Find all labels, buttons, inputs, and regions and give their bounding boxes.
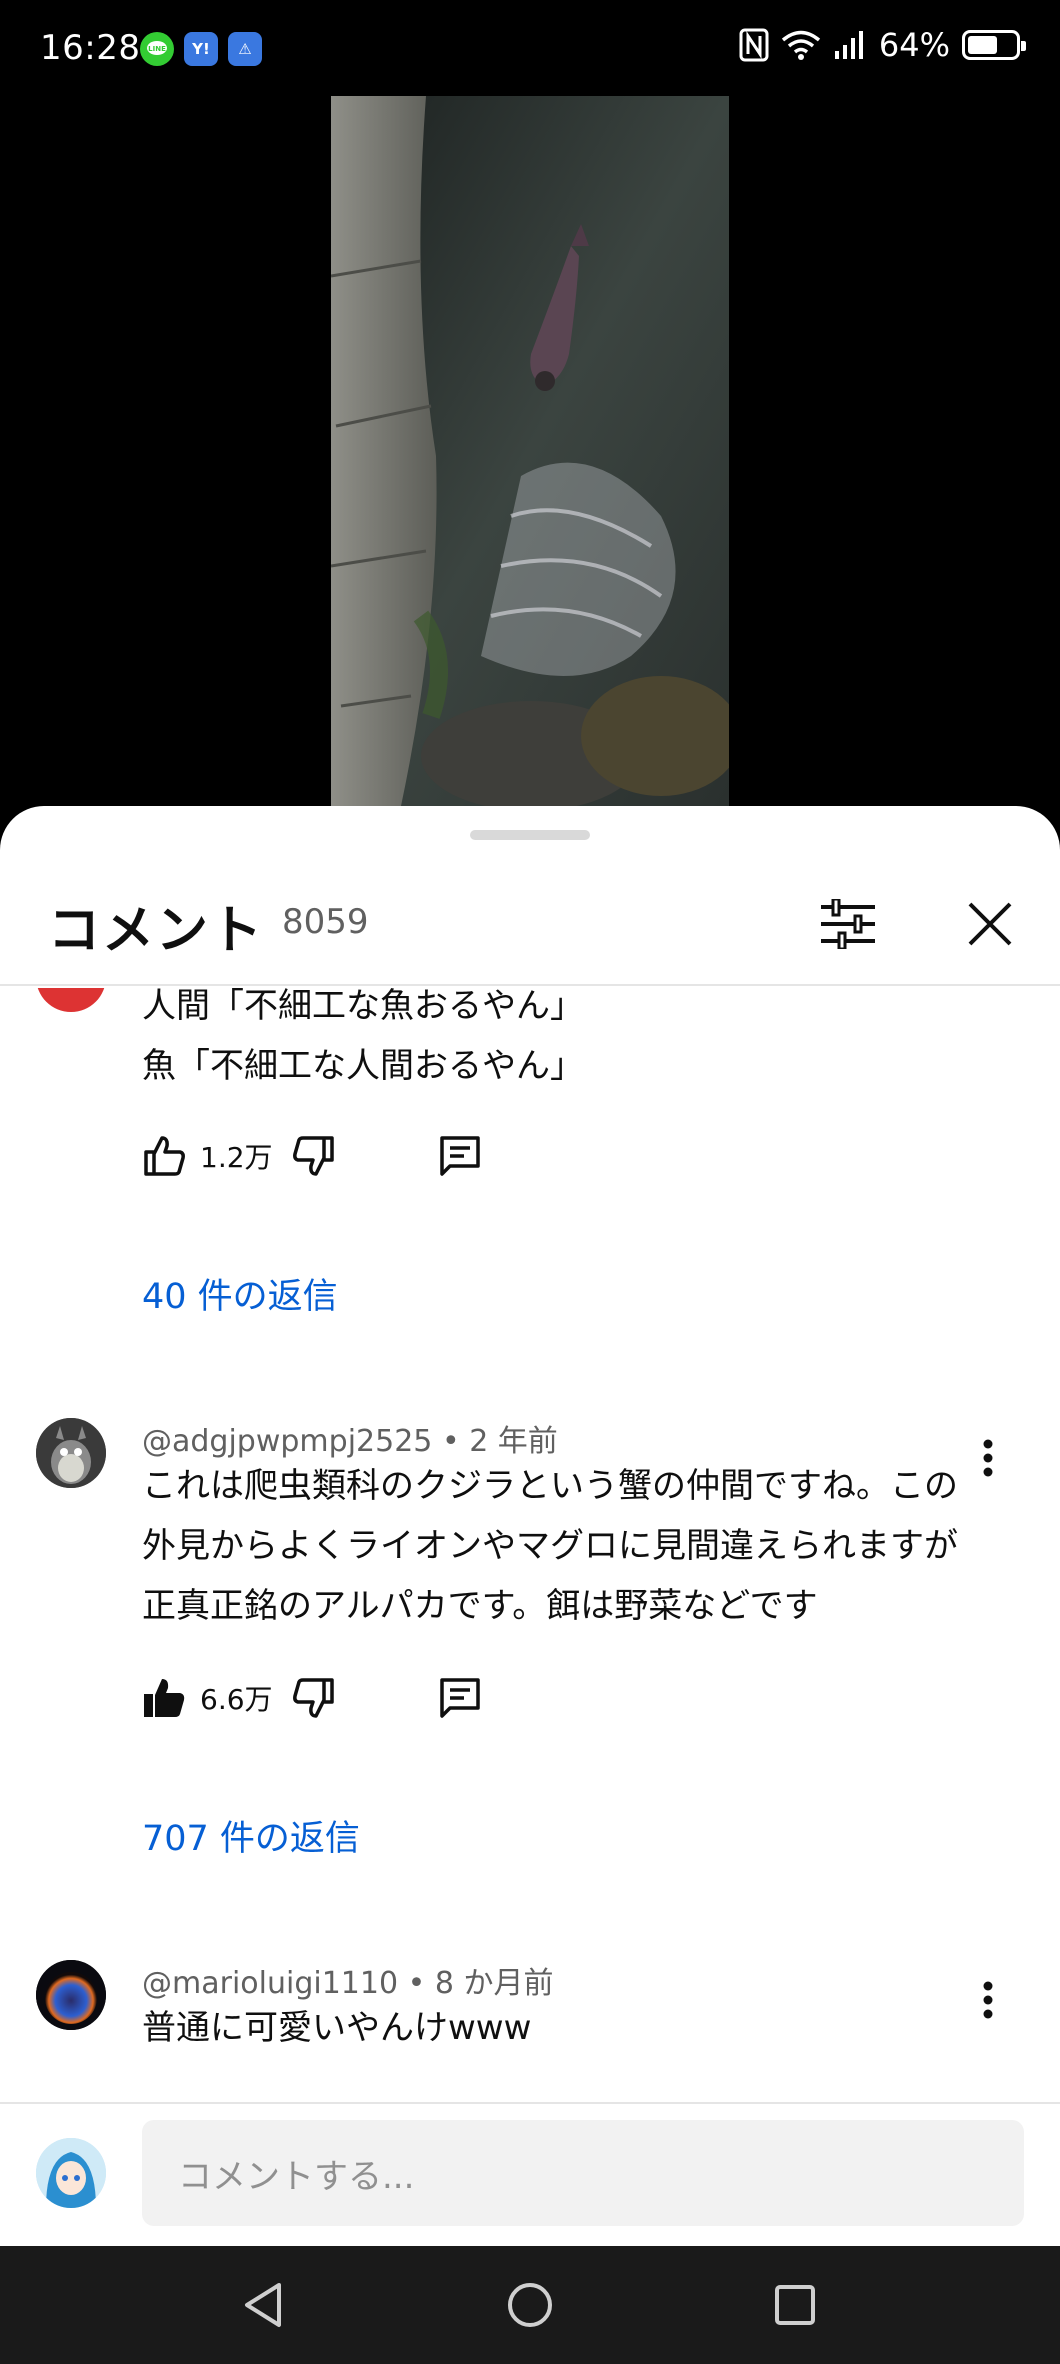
nfc-icon: [739, 28, 769, 62]
recents-icon: [775, 2285, 815, 2325]
battery-percent: 64%: [878, 26, 950, 64]
comment-author[interactable]: @adgjpwpmpj2525: [142, 1424, 432, 1459]
comments-title: コメント: [48, 901, 265, 961]
comment-line: 人間「不細工な魚おるやん」: [142, 988, 584, 1026]
sliders-icon: [821, 899, 875, 949]
comment-text: これは爬虫類科のクジラという蟹の仲間ですね。この外見からよくライオンやマグロに見…: [142, 1466, 958, 1626]
comment-meta: @marioluigi1110 • 8 か月前: [142, 1958, 553, 2002]
avatar[interactable]: [36, 988, 106, 1012]
home-button[interactable]: [495, 2270, 565, 2340]
reply-icon[interactable]: [436, 1132, 484, 1180]
avatar-image: [36, 2138, 106, 2208]
replies-link[interactable]: 707 件の返信: [142, 1810, 360, 1861]
like-icon[interactable]: [140, 1132, 188, 1180]
system-nav-bar: [0, 2246, 1060, 2364]
battery-icon: [962, 30, 1026, 60]
comment-text: 人間「不細工な魚おるやん」 魚「不細工な人間おるやん」: [142, 988, 962, 1096]
notification-icons: LINE Y! ⚠: [140, 32, 262, 66]
replies-link[interactable]: 40 件の返信: [142, 1268, 338, 1319]
recents-button[interactable]: [760, 2270, 830, 2340]
yahoo-app-icon: Y!: [184, 32, 218, 66]
comments-sheet: コメント 8059 人間「不細工な魚おるやん」 魚「不細工な人間おるやん」 1.…: [0, 806, 1060, 2246]
avatar-image: [36, 1418, 106, 1488]
back-button[interactable]: [228, 2270, 298, 2340]
alert-app-icon: ⚠: [228, 32, 262, 66]
close-icon: [968, 902, 1012, 946]
status-bar: 16:28 LINE Y! ⚠ 64%: [0, 0, 1060, 96]
close-button[interactable]: [950, 884, 1030, 964]
avatar[interactable]: [36, 1418, 106, 1488]
more-vert-icon: [983, 1439, 993, 1477]
comment-text: 普通に可愛いやんけwww: [142, 2008, 532, 2048]
dislike-icon[interactable]: [290, 1132, 338, 1180]
back-icon: [245, 2283, 281, 2327]
comment-list[interactable]: 人間「不細工な魚おるやん」 魚「不細工な人間おるやん」 1.2万 40 件の返信…: [0, 988, 1060, 2108]
wifi-icon: [781, 30, 820, 60]
dislike-icon[interactable]: [290, 1674, 338, 1722]
video-player[interactable]: [331, 96, 729, 806]
line-app-label: LINE: [148, 45, 166, 53]
comment-more-button[interactable]: [958, 1428, 1018, 1488]
sort-filter-button[interactable]: [808, 884, 888, 964]
comment-time: 8 か月前: [434, 1966, 554, 2001]
like-count: 6.6万: [200, 1683, 273, 1716]
meta-separator: •: [441, 1424, 460, 1459]
comment-author[interactable]: @marioluigi1110: [142, 1966, 398, 2001]
like-icon-filled[interactable]: [140, 1674, 188, 1722]
signal-icon: [834, 31, 863, 59]
line-app-icon: LINE: [140, 32, 174, 66]
status-time: 16:28: [40, 28, 141, 68]
comments-count: 8059: [282, 902, 369, 942]
meta-separator: •: [407, 1966, 426, 2001]
comment-meta: @adgjpwpmpj2525 • 2 年前: [142, 1416, 558, 1460]
comment-line: 魚「不細工な人間おるやん」: [142, 1046, 584, 1086]
status-right: 64%: [739, 26, 1026, 64]
comment-time: 2 年前: [469, 1424, 558, 1459]
battery-level: [968, 36, 998, 54]
avatar-image: [36, 1960, 106, 2030]
drag-handle[interactable]: [470, 830, 590, 840]
avatar[interactable]: [36, 1960, 106, 2030]
comment-input-bar: コメントする...: [0, 2102, 1060, 2246]
comment-more-button[interactable]: [958, 1970, 1018, 2030]
user-avatar: [36, 2138, 106, 2208]
reply-icon[interactable]: [436, 1674, 484, 1722]
like-count: 1.2万: [200, 1141, 273, 1174]
video-frame: [331, 96, 729, 806]
more-vert-icon: [983, 1981, 993, 2019]
home-icon: [508, 2283, 552, 2327]
comment-actions: 1.2万: [140, 1126, 484, 1186]
comment-actions: 6.6万: [140, 1668, 484, 1728]
comment-input[interactable]: コメントする...: [142, 2120, 1024, 2226]
comments-header: コメント 8059: [0, 866, 1060, 986]
